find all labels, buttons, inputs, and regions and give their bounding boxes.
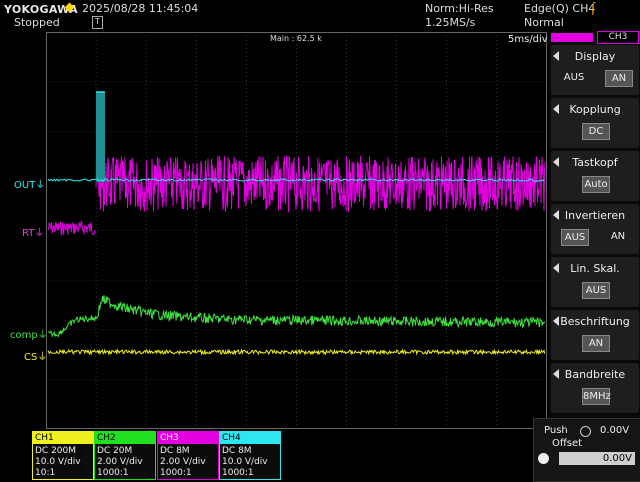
channel-coupling: DC 20M bbox=[97, 446, 133, 456]
menu-section-title: Display bbox=[574, 50, 616, 63]
menu-section-4[interactable]: Lin. Skal. AUS bbox=[551, 257, 639, 307]
menu-option[interactable]: 8MHz bbox=[582, 388, 611, 405]
side-menu-channel-name: CH3 bbox=[597, 31, 639, 44]
trigger-type[interactable]: Edge(Q) CH4 bbox=[524, 2, 595, 15]
menu-section-title: Invertieren bbox=[564, 209, 626, 222]
menu-option[interactable]: Auto bbox=[582, 176, 610, 193]
menu-option[interactable]: AN bbox=[605, 70, 633, 87]
ch2-level-marker[interactable]: comp⏚ bbox=[10, 326, 48, 341]
menu-section-5[interactable]: Beschriftung AN bbox=[551, 310, 639, 360]
menu-section-2[interactable]: Tastkopf Auto bbox=[551, 151, 639, 201]
push-label: Push bbox=[544, 425, 568, 436]
channel-info-ch2[interactable]: CH2 DC 20M 2.00 V/div 1000:1 bbox=[94, 431, 156, 480]
offset-value: 0.00V bbox=[600, 425, 630, 436]
menu-section-0[interactable]: Display AUS AN bbox=[551, 45, 639, 95]
acquisition-mode[interactable]: Norm:Hi-Res bbox=[425, 2, 494, 15]
menu-section-title: Bandbreite bbox=[564, 368, 626, 381]
menu-option[interactable]: DC bbox=[582, 123, 610, 140]
record-length-label: Main : 62.5 k bbox=[270, 34, 322, 43]
channel-probe: 1000:1 bbox=[222, 468, 254, 478]
channel-vdiv: 10.0 V/div bbox=[222, 457, 268, 467]
channel-info-ch4[interactable]: CH4 DC 8M 10.0 V/div 1000:1 bbox=[219, 431, 281, 480]
menu-option[interactable]: AN bbox=[605, 229, 631, 244]
datetime: 2025/08/28 11:45:04 bbox=[82, 2, 199, 15]
channel-coupling: DC 8M bbox=[222, 446, 252, 456]
acquisition-status: Stopped bbox=[14, 16, 60, 29]
channel-name: CH2 bbox=[95, 432, 155, 444]
channel-vdiv: 2.00 V/div bbox=[160, 457, 206, 467]
trigger-mode[interactable]: Normal bbox=[524, 16, 564, 29]
channel-color-bar bbox=[551, 33, 593, 42]
ch4-level-marker[interactable]: OUT⏚ bbox=[14, 176, 45, 191]
channel-info-ch3[interactable]: CH3 DC 8M 2.00 V/div 1000:1 bbox=[157, 431, 219, 480]
menu-section-title: Lin. Skal. bbox=[570, 262, 620, 275]
push-offset-knob-panel[interactable]: Push 0.00V Offset 0.00V bbox=[533, 418, 640, 482]
channel-coupling: DC 8M bbox=[160, 446, 190, 456]
channel-probe: 1000:1 bbox=[160, 468, 192, 478]
menu-section-3[interactable]: Invertieren AUS AN bbox=[551, 204, 639, 254]
menu-option[interactable]: AUS bbox=[561, 229, 589, 246]
time-per-div[interactable]: 5ms/div bbox=[508, 34, 548, 45]
channel-name: CH3 bbox=[158, 432, 218, 444]
menu-option[interactable]: AN bbox=[582, 335, 610, 352]
trigger-position-marker: T bbox=[92, 16, 103, 29]
status-bar: YOKOGAWA 2025/08/28 11:45:04 Stopped T N… bbox=[0, 0, 640, 32]
channel-probe: 10:1 bbox=[35, 468, 56, 478]
menu-section-title: Tastkopf bbox=[572, 156, 618, 169]
sample-rate: 1.25MS/s bbox=[425, 16, 476, 29]
offset-label: Offset bbox=[552, 438, 583, 449]
menu-option[interactable]: AUS bbox=[561, 70, 587, 85]
trigger-edge-icon: ⌠ bbox=[590, 2, 596, 15]
menu-section-1[interactable]: Kopplung DC bbox=[551, 98, 639, 148]
waveform-display[interactable] bbox=[46, 32, 547, 429]
channel-vdiv: 10.0 V/div bbox=[35, 457, 81, 467]
channel-name: CH1 bbox=[33, 432, 93, 444]
menu-section-title: Kopplung bbox=[569, 103, 621, 116]
ch1-level-marker[interactable]: CS⏚ bbox=[24, 348, 47, 363]
channel-name: CH4 bbox=[220, 432, 280, 444]
knob-dial-icon[interactable] bbox=[538, 453, 549, 464]
menu-option[interactable]: AUS bbox=[582, 282, 610, 299]
ch3-level-marker[interactable]: RT⏚ bbox=[22, 224, 44, 239]
offset-input[interactable]: 0.00V bbox=[559, 452, 635, 465]
knob-icon bbox=[580, 426, 591, 437]
menu-section-title: Beschriftung bbox=[560, 315, 630, 328]
channel-vdiv: 2.00 V/div bbox=[97, 457, 143, 467]
channel-coupling: DC 200M bbox=[35, 446, 77, 456]
channel-info-ch1[interactable]: CH1 DC 200M 10.0 V/div 10:1 bbox=[32, 431, 94, 480]
menu-section-6[interactable]: Bandbreite 8MHz bbox=[551, 363, 639, 413]
channel-probe: 1000:1 bbox=[97, 468, 129, 478]
side-menu-channel-tab: CH3 bbox=[549, 31, 640, 44]
